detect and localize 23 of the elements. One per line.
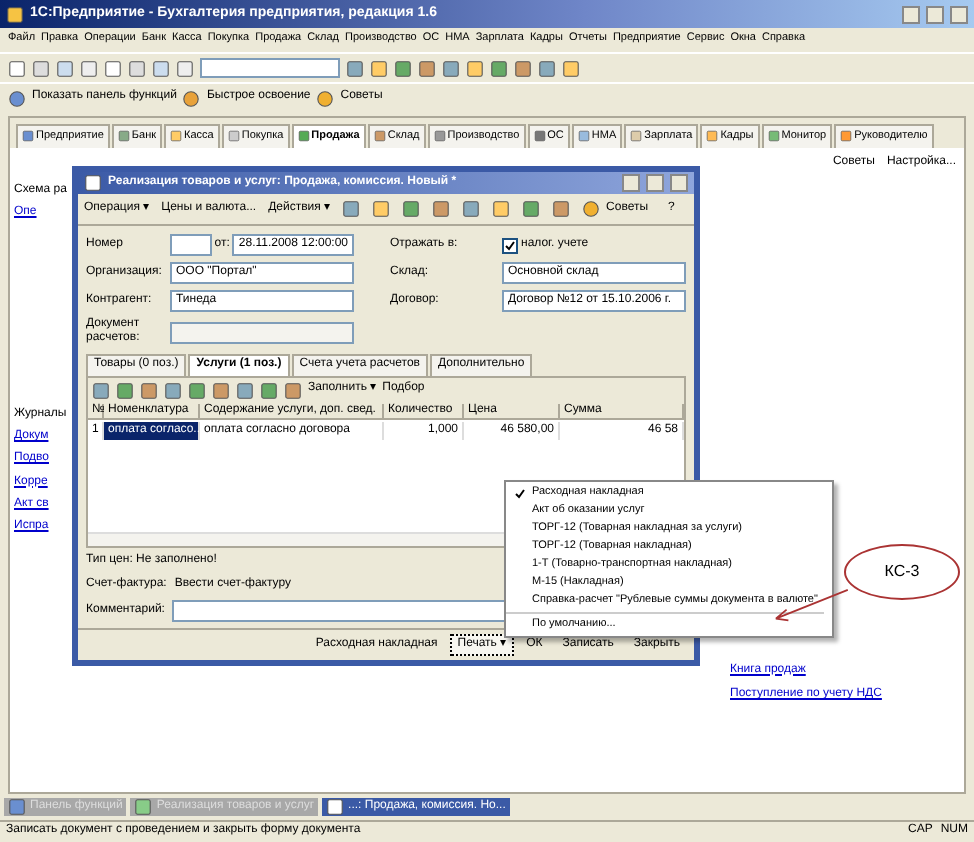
section-icon [373,130,386,143]
section-icon [533,130,546,143]
section-icon [433,130,446,143]
app-icon [6,5,24,23]
section-icon [117,130,130,143]
window-icon [326,798,345,816]
search-field[interactable] [200,58,340,78]
section-icon [630,130,643,143]
section-icon [577,130,590,143]
document-icon [84,173,102,192]
bulb-icon [582,199,601,218]
section-icon [227,130,240,143]
section-icon [767,130,780,143]
input-field[interactable] [170,321,354,344]
section-icon [170,130,183,143]
section-icon [297,130,310,143]
section-icon [706,130,719,143]
window-icon [134,798,153,816]
section-icon [840,130,853,143]
section-icon [22,130,34,143]
checkbox[interactable] [502,237,518,254]
window-icon [8,798,26,816]
number-field[interactable] [170,234,212,257]
